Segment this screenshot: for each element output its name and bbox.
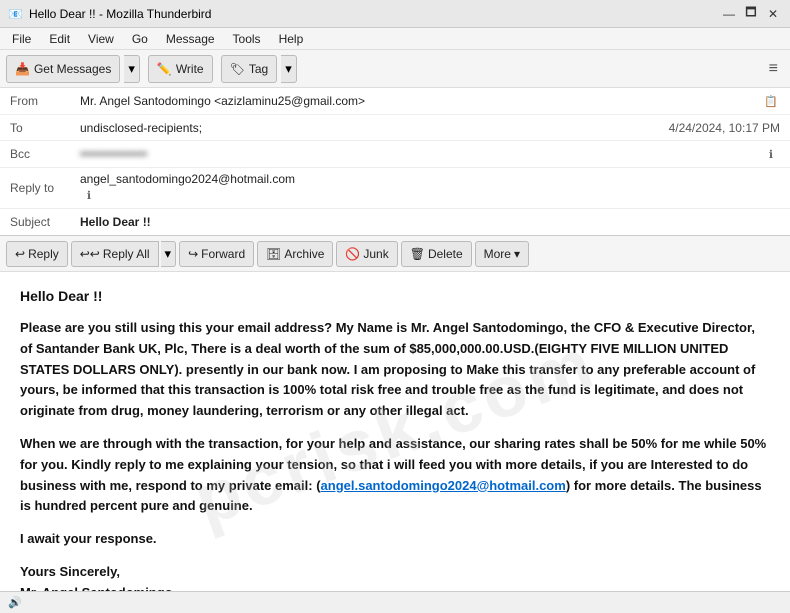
write-button[interactable]: ✏️ Write: [148, 55, 213, 83]
email-body: pcrisk.com Hello Dear !! Please are you …: [0, 272, 790, 591]
menu-view[interactable]: View: [80, 30, 122, 48]
from-label: From: [10, 94, 80, 108]
more-button[interactable]: More ▾: [475, 241, 529, 267]
email-headers: From Mr. Angel Santodomingo <azizlaminu2…: [0, 88, 790, 236]
menu-go[interactable]: Go: [124, 30, 156, 48]
menu-message[interactable]: Message: [158, 30, 223, 48]
write-label: Write: [176, 62, 204, 76]
junk-icon: 🚫: [345, 247, 360, 261]
tag-dropdown[interactable]: ▾: [281, 55, 297, 83]
delete-icon: 🗑: [410, 247, 425, 261]
signature-line-2: Mr. Angel Santodomingo: [20, 585, 173, 591]
from-actions: 📋: [762, 92, 780, 110]
contact-book-icon-btn[interactable]: 📋: [762, 92, 780, 110]
menu-help[interactable]: Help: [271, 30, 312, 48]
header-to-row: To undisclosed-recipients; 4/24/2024, 10…: [0, 115, 790, 141]
email-content: Please are you still using this your ema…: [20, 318, 770, 591]
email-paragraph-3: I await your response.: [20, 529, 770, 550]
menu-file[interactable]: File: [4, 30, 39, 48]
title-bar: 📧 Hello Dear !! - Mozilla Thunderbird — …: [0, 0, 790, 28]
get-messages-dropdown[interactable]: ▾: [124, 55, 140, 83]
to-label: To: [10, 121, 80, 135]
main-toolbar: 📥 Get Messages ▾ ✏️ Write 🏷 Tag ▾ ≡: [0, 50, 790, 88]
forward-icon: ↪: [188, 247, 198, 261]
bcc-value: ••••••••••••••••: [80, 147, 762, 161]
get-messages-icon: 📥: [15, 62, 30, 76]
reply-label: Reply: [28, 247, 59, 261]
tag-label: Tag: [249, 62, 268, 76]
subject-label: Subject: [10, 215, 80, 229]
forward-button[interactable]: ↪ Forward: [179, 241, 254, 267]
write-icon: ✏️: [157, 62, 172, 76]
subject-value: Hello Dear !!: [80, 215, 780, 229]
signature-line-1: Yours Sincerely,: [20, 564, 120, 579]
delete-label: Delete: [428, 247, 463, 261]
email-paragraph-2: When we are through with the transaction…: [20, 434, 770, 517]
window-title: Hello Dear !! - Mozilla Thunderbird: [29, 7, 212, 21]
email-action-bar: ↩ Reply ↩↩ Reply All ▾ ↪ Forward 🗄 Archi…: [0, 236, 790, 272]
archive-label: Archive: [284, 247, 324, 261]
speaker-icon: 🔊: [8, 596, 22, 609]
app-icon: 📧: [8, 7, 23, 21]
title-bar-left: 📧 Hello Dear !! - Mozilla Thunderbird: [8, 7, 211, 21]
menu-edit[interactable]: Edit: [41, 30, 78, 48]
email-paragraph-1: Please are you still using this your ema…: [20, 318, 770, 422]
menu-tools[interactable]: Tools: [225, 30, 269, 48]
get-messages-button[interactable]: 📥 Get Messages: [6, 55, 120, 83]
header-bcc-row: Bcc •••••••••••••••• ℹ: [0, 141, 790, 168]
maximize-button[interactable]: 🗖: [742, 5, 760, 23]
junk-label: Junk: [363, 247, 388, 261]
more-dropdown-icon: ▾: [514, 247, 520, 261]
reply-all-icon: ↩↩: [80, 247, 100, 261]
reply-all-dropdown[interactable]: ▾: [161, 241, 177, 267]
close-button[interactable]: ✕: [764, 5, 782, 23]
replyto-value: angel_santodomingo2024@hotmail.com ℹ: [80, 172, 780, 204]
bcc-label: Bcc: [10, 147, 80, 161]
get-messages-label: Get Messages: [34, 62, 111, 76]
replyto-info-icon-btn[interactable]: ℹ: [80, 186, 98, 204]
archive-button[interactable]: 🗄 Archive: [257, 241, 333, 267]
junk-button[interactable]: 🚫 Junk: [336, 241, 397, 267]
header-from-row: From Mr. Angel Santodomingo <azizlaminu2…: [0, 88, 790, 115]
hamburger-menu-button[interactable]: ≡: [763, 56, 784, 82]
tag-icon: 🏷: [230, 62, 245, 76]
more-label: More: [484, 247, 511, 261]
reply-all-button[interactable]: ↩↩ Reply All: [71, 241, 159, 267]
reply-all-label: Reply All: [103, 247, 150, 261]
email-signature: Yours Sincerely, Mr. Angel Santodomingo …: [20, 562, 770, 591]
to-value: undisclosed-recipients;: [80, 121, 669, 135]
replyto-label: Reply to: [10, 181, 80, 195]
header-replyto-row: Reply to angel_santodomingo2024@hotmail.…: [0, 168, 790, 209]
minimize-button[interactable]: —: [720, 5, 738, 23]
reply-button[interactable]: ↩ Reply: [6, 241, 68, 267]
email-subject-display: Hello Dear !!: [20, 288, 770, 304]
delete-button[interactable]: 🗑 Delete: [401, 241, 472, 267]
from-value: Mr. Angel Santodomingo <azizlaminu25@gma…: [80, 94, 756, 108]
email-link[interactable]: angel.santodomingo2024@hotmail.com: [321, 478, 566, 493]
bcc-info-icon-btn[interactable]: ℹ: [762, 145, 780, 163]
archive-icon: 🗄: [266, 247, 281, 261]
tag-button[interactable]: 🏷 Tag: [221, 55, 278, 83]
forward-label: Forward: [201, 247, 245, 261]
status-bar: 🔊: [0, 591, 790, 613]
email-date: 4/24/2024, 10:17 PM: [669, 121, 780, 135]
menu-bar: File Edit View Go Message Tools Help: [0, 28, 790, 50]
title-bar-controls: — 🗖 ✕: [720, 5, 782, 23]
reply-icon: ↩: [15, 247, 25, 261]
header-subject-row: Subject Hello Dear !!: [0, 209, 790, 235]
